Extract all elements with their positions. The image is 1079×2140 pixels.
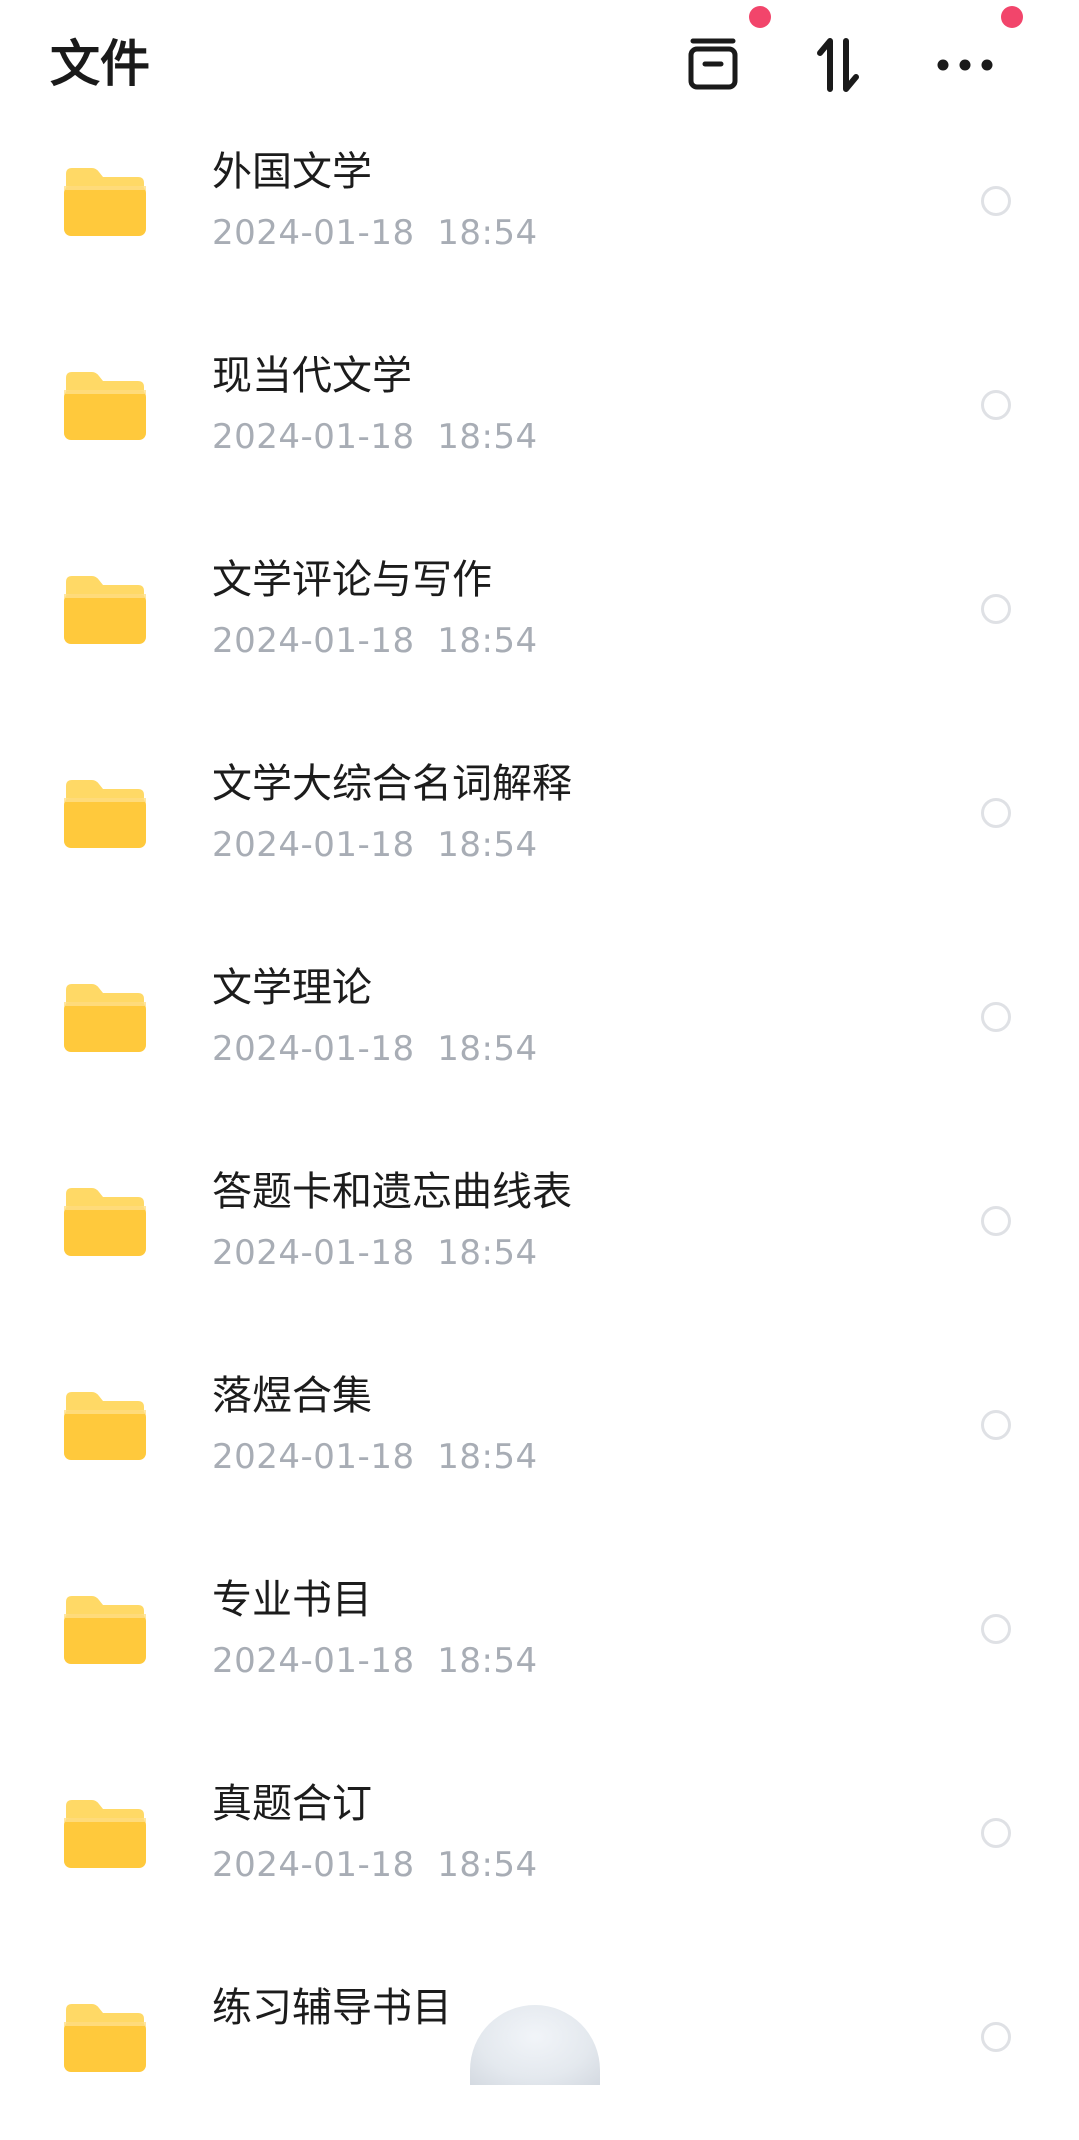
folder-name: 文学理论 xyxy=(212,965,372,1011)
archive-notification-dot xyxy=(749,6,771,28)
more-icon xyxy=(937,59,993,71)
list-item[interactable]: 答题卡和遗忘曲线表 2024-01-18 18:54 xyxy=(0,1120,1079,1324)
folder-name: 外国文学 xyxy=(212,149,372,195)
folder-modified-date: 2024-01-18 18:54 xyxy=(212,825,538,865)
folder-modified-date: 2024-01-18 18:54 xyxy=(212,1845,538,1885)
folder-icon xyxy=(64,372,146,440)
folder-name: 练习辅导书目 xyxy=(212,1985,452,2031)
folder-name: 答题卡和遗忘曲线表 xyxy=(212,1169,572,1215)
folder-icon xyxy=(64,984,146,1052)
folder-modified-date: 2024-01-18 18:54 xyxy=(212,1029,538,1069)
folder-name: 专业书目 xyxy=(212,1577,372,1623)
list-item[interactable]: 专业书目 2024-01-18 18:54 xyxy=(0,1528,1079,1732)
folder-modified-date: 2024-01-18 18:54 xyxy=(212,213,538,253)
folder-modified-date: 2024-01-18 18:54 xyxy=(212,621,538,661)
list-item[interactable]: 文学理论 2024-01-18 18:54 xyxy=(0,916,1079,1120)
select-radio-icon[interactable] xyxy=(981,1410,1011,1440)
folder-icon xyxy=(64,1800,146,1868)
select-radio-icon[interactable] xyxy=(981,186,1011,216)
select-radio-icon[interactable] xyxy=(981,594,1011,624)
list-item[interactable]: 现当代文学 2024-01-18 18:54 xyxy=(0,304,1079,508)
sort-button[interactable] xyxy=(798,30,878,100)
list-item[interactable]: 落煜合集 2024-01-18 18:54 xyxy=(0,1324,1079,1528)
folder-icon xyxy=(64,168,146,236)
folder-name: 文学大综合名词解释 xyxy=(212,761,572,807)
folder-name: 落煜合集 xyxy=(212,1373,372,1419)
folder-modified-date: 2024-01-18 18:54 xyxy=(212,417,538,457)
select-radio-icon[interactable] xyxy=(981,1002,1011,1032)
list-item[interactable]: 文学评论与写作 2024-01-18 18:54 xyxy=(0,508,1079,712)
archive-icon xyxy=(688,38,738,90)
folder-name: 现当代文学 xyxy=(212,353,412,399)
list-item[interactable]: 真题合订 2024-01-18 18:54 xyxy=(0,1732,1079,1936)
folder-modified-date: 2024-01-18 18:54 xyxy=(212,1437,538,1477)
select-radio-icon[interactable] xyxy=(981,390,1011,420)
select-radio-icon[interactable] xyxy=(981,798,1011,828)
page-title: 文件 xyxy=(50,35,150,93)
more-button[interactable] xyxy=(925,30,1005,100)
folder-icon xyxy=(64,2004,146,2072)
select-radio-icon[interactable] xyxy=(981,1206,1011,1236)
archive-button[interactable] xyxy=(673,30,753,100)
select-radio-icon[interactable] xyxy=(981,2022,1011,2052)
folder-icon xyxy=(64,576,146,644)
more-notification-dot xyxy=(1001,6,1023,28)
folder-icon xyxy=(64,1392,146,1460)
select-radio-icon[interactable] xyxy=(981,1614,1011,1644)
sort-icon xyxy=(817,38,859,92)
folder-name: 文学评论与写作 xyxy=(212,557,492,603)
folder-modified-date: 2024-01-18 18:54 xyxy=(212,1641,538,1681)
select-radio-icon[interactable] xyxy=(981,1818,1011,1848)
folder-icon xyxy=(64,1188,146,1256)
folder-modified-date: 2024-01-18 18:54 xyxy=(212,1233,538,1273)
folder-icon xyxy=(64,780,146,848)
folder-name: 真题合订 xyxy=(212,1781,372,1827)
top-bar: 文件 xyxy=(0,0,1079,140)
list-item[interactable]: 文学大综合名词解释 2024-01-18 18:54 xyxy=(0,712,1079,916)
folder-icon xyxy=(64,1596,146,1664)
